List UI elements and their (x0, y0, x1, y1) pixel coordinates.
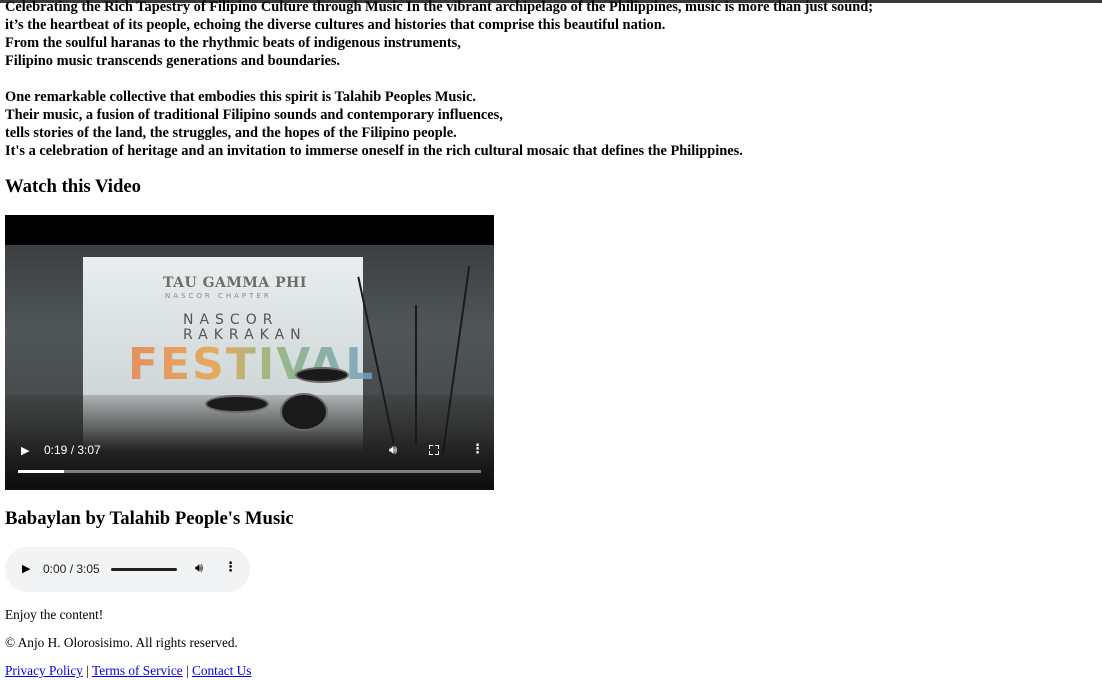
banner-subtitle: NASCOR CHAPTER (165, 292, 272, 300)
copyright-text: © Anjo H. Olorosisimo. All rights reserv… (5, 635, 238, 650)
intro-line: One remarkable collective that embodies … (5, 89, 477, 105)
footer-message: Enjoy the content! (5, 607, 104, 622)
play-icon[interactable]: ▶ (21, 444, 29, 457)
volume-icon[interactable]: 🔊︎ (389, 443, 397, 458)
audio-progress-bar[interactable] (111, 568, 177, 571)
audio-heading: Babaylan by Talahib People's Music (5, 508, 294, 529)
banner-festival: FESTIVAL (128, 339, 376, 390)
drum-kit (295, 367, 349, 383)
fullscreen-icon[interactable] (429, 445, 439, 455)
link-separator: | (186, 663, 189, 678)
drum-kit (280, 393, 328, 431)
intro-line: Filipino music transcends generations an… (5, 53, 341, 69)
audio-player[interactable]: ▶ 0:00 / 3:05 🔊︎ ⋮ (5, 547, 250, 592)
intro-line: It's a celebration of heritage and an in… (5, 143, 743, 159)
terms-of-service-link[interactable]: Terms of Service (92, 663, 183, 678)
intro-line: Celebrating the Rich Tapestry of Filipin… (5, 0, 874, 15)
banner-event-line1: NASCOR (183, 312, 279, 328)
video-player[interactable]: TAU GAMMA PHI NASCOR CHAPTER NASCOR RAKR… (5, 215, 494, 490)
video-progress-fill (18, 470, 65, 473)
intro-text: Celebrating the Rich Tapestry of Filipin… (5, 0, 1095, 160)
drum-kit (205, 395, 269, 413)
banner-title: TAU GAMMA PHI (163, 275, 307, 291)
play-icon[interactable]: ▶ (22, 562, 30, 575)
contact-us-link[interactable]: Contact Us (192, 663, 251, 678)
video-progress-bar[interactable] (18, 470, 481, 473)
privacy-policy-link[interactable]: Privacy Policy (5, 663, 83, 678)
intro-line: From the soulful haranas to the rhythmic… (5, 35, 461, 51)
volume-icon[interactable]: 🔊︎ (195, 561, 203, 576)
link-separator: | (86, 663, 89, 678)
footer-links: Privacy Policy | Terms of Service | Cont… (5, 663, 251, 679)
video-time: 0:19 / 3:07 (44, 443, 101, 457)
mic-stand (415, 305, 417, 445)
video-controls (5, 430, 494, 490)
intro-line: Their music, a fusion of traditional Fil… (5, 107, 503, 123)
intro-line: it’s the heartbeat of its people, echoin… (5, 17, 666, 33)
video-heading: Watch this Video (5, 176, 142, 197)
more-options-icon[interactable]: ⋮ (224, 560, 237, 575)
audio-time: 0:00 / 3:05 (43, 562, 100, 576)
more-options-icon[interactable]: ⋮ (471, 442, 484, 457)
intro-line: tells stories of the land, the struggles… (5, 125, 457, 141)
